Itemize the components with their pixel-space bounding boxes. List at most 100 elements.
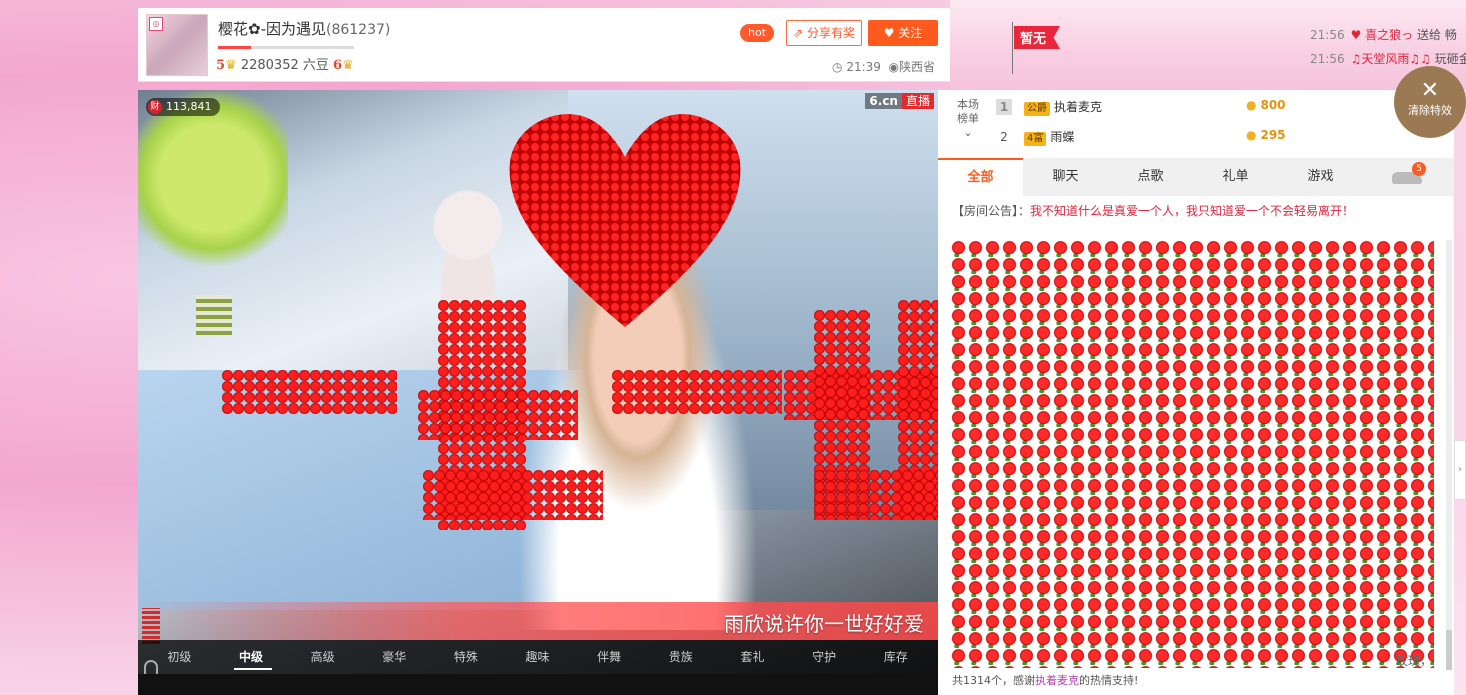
gift-tab-advanced[interactable]: 高级 <box>293 640 352 674</box>
gift-tab-basic[interactable]: 初级 <box>150 640 209 674</box>
gift-tab-dance[interactable]: 伴舞 <box>580 640 639 674</box>
share-icon: ⇗ <box>793 26 804 40</box>
rich-badge-icon: 4富 <box>1024 132 1047 146</box>
rank-coins: 295 <box>1246 128 1285 142</box>
chevron-right-icon[interactable]: › <box>1454 440 1466 500</box>
rose-stroke-effect <box>612 370 782 414</box>
noble-badge-icon: 公爵 <box>1024 102 1050 116</box>
tab-song[interactable]: 点歌 <box>1108 158 1193 196</box>
room-header: ◎ 樱花✿-因为遇见(861237) 5♛ 2280352 六豆 6♛ hot … <box>138 8 950 82</box>
scrollbar-thumb[interactable] <box>1446 630 1452 670</box>
crown-icon: ♛ <box>225 58 237 73</box>
rank-label-line2: 榜单 <box>957 112 979 125</box>
gift-tab-noble[interactable]: 贵族 <box>651 640 710 674</box>
notice-user: ♥ 喜之狼っ <box>1350 28 1414 42</box>
room-id: (861237) <box>325 22 391 38</box>
rank-number: 2 <box>1000 130 1008 144</box>
close-icon: ✕ <box>1420 78 1440 103</box>
chat-tabs: 全部 聊天 点歌 礼单 游戏 <box>938 158 1454 196</box>
anchor-levels: 5♛ 2280352 六豆 6♛ <box>216 54 354 73</box>
wealth-icon: 财 <box>148 100 162 114</box>
share-button[interactable]: ⇗ 分享有奖 <box>786 20 862 46</box>
announcement-text: 我不知道什么是真爱一个人，我只知道爱一个不会轻易离开！ <box>1030 204 1355 218</box>
anchor-level-progress <box>218 46 354 49</box>
rose-heart-effect <box>509 114 741 327</box>
car-count-badge: 5 <box>1412 162 1426 176</box>
anchor-level: 6 <box>333 58 343 73</box>
beans-count: 2280352 六豆 <box>240 58 329 73</box>
rank-row[interactable]: 2 4富雨蝶 295 <box>996 128 1376 156</box>
room-announcement: 【房间公告】：我不知道什么是真爱一个人，我只知道爱一个不会轻易离开！ <box>952 202 1354 219</box>
gift-notice[interactable]: 21:56 ♫天堂风雨♫♫ 玩砸金 <box>1310 50 1466 67</box>
time-text: 21:39 <box>846 60 881 74</box>
volume-meter <box>142 608 160 644</box>
clear-effects-button[interactable]: ✕ 清除特效 <box>1394 66 1466 138</box>
notice-action: 送给 畅 <box>1417 28 1457 42</box>
gift-thanks-message: 共1314个，感谢执着麦克的热情支持! <box>952 672 1138 688</box>
site-logo: 6.cn 直播 <box>865 92 934 109</box>
anchor-avatar[interactable]: ◎ <box>146 14 208 76</box>
clock-icon: ◷ <box>832 60 843 74</box>
chat-scrollbar[interactable] <box>1446 240 1452 670</box>
notice-action: 玩砸金 <box>1434 52 1466 66</box>
rose-stroke-effect <box>423 470 603 520</box>
rose-stroke-effect <box>418 390 578 440</box>
flag-pole <box>1012 22 1013 74</box>
thanks-prefix: 共1314个，感谢 <box>952 674 1035 687</box>
rank-user-name: 执着麦克 <box>1054 100 1103 114</box>
tab-all[interactable]: 全部 <box>938 158 1023 196</box>
anchor-badge-icon: ◎ <box>149 17 163 31</box>
follow-button[interactable]: ♥ 关注 <box>868 20 938 46</box>
time-location: ◷ 21:39 ◉陕西省 <box>832 58 935 75</box>
rank-row[interactable]: 1 公爵执着麦克 800 <box>996 98 1376 126</box>
flag-label: 暂无 <box>1014 26 1061 49</box>
tab-chat[interactable]: 聊天 <box>1023 158 1108 196</box>
rank-label-line1: 本场 <box>957 98 979 111</box>
location-text: 陕西省 <box>899 60 936 74</box>
tab-gift-list[interactable]: 礼单 <box>1193 158 1278 196</box>
gift-tab-intermediate[interactable]: 中级 <box>222 640 281 674</box>
wealth-level: 5 <box>216 58 226 73</box>
hot-tag: hot <box>740 24 775 42</box>
viewer-count: 财 113,841 <box>146 98 220 116</box>
rose-stroke-effect <box>222 370 397 414</box>
gift-message-text: 雨欣说许你一世好好爱 <box>724 612 924 636</box>
notice-time: 21:56 <box>1310 52 1345 66</box>
gift-tree-effect <box>138 90 288 340</box>
location-icon: ◉ <box>888 60 900 74</box>
rank-label[interactable]: 本场 榜单 ⌄ <box>948 98 988 140</box>
top-banner: 暂无 21:56 ♥ 喜之狼っ 送给 畅 21:56 ♫天堂风雨♫♫ 玩砸金 <box>950 0 1466 90</box>
live-video[interactable]: 财 113,841 6.cn 直播 雨欣说许你一世好好爱 初级 中级 高级 豪华 … <box>138 90 938 695</box>
live-badge: 直播 <box>901 93 934 109</box>
rose-stroke-effect <box>814 470 938 520</box>
anchor-name-text: 樱花✿-因为遇见 <box>218 20 326 38</box>
notice-user: ♫天堂风雨♫♫ <box>1350 52 1431 66</box>
tab-games[interactable]: 游戏 <box>1278 158 1363 196</box>
video-bottom-bar <box>138 674 938 695</box>
rank-coins: 800 <box>1246 98 1285 112</box>
thanks-user[interactable]: 执着麦克 <box>1035 674 1079 687</box>
gift-tab-special[interactable]: 特殊 <box>437 640 496 674</box>
rank-number: 1 <box>996 99 1012 115</box>
gift-name: 玫瑰， <box>1396 654 1433 668</box>
anchor-name[interactable]: 樱花✿-因为遇见(861237) <box>218 18 390 39</box>
heart-icon: ♥ <box>883 26 895 40</box>
gift-notice[interactable]: 21:56 ♥ 喜之狼っ 送给 畅 <box>1310 26 1457 43</box>
crown-icon: ♛ <box>342 58 354 73</box>
follow-label: 关注 <box>898 26 923 40</box>
share-label: 分享有奖 <box>806 26 855 40</box>
gift-tab-luxury[interactable]: 豪华 <box>365 640 424 674</box>
gift-tab-inventory[interactable]: 库存 <box>866 640 925 674</box>
chat-panel: 本场 榜单 ⌄ 1 公爵执着麦克 800 2 4富雨蝶 295 全部 聊天 点歌 礼… <box>938 90 1454 695</box>
gift-tab-guard[interactable]: 守护 <box>795 640 854 674</box>
gift-message-banner: 雨欣说许你一世好好爱 <box>138 602 938 640</box>
chevron-down-icon: ⌄ <box>963 126 973 139</box>
viewer-count-text: 113,841 <box>166 100 212 113</box>
rank-user-name: 雨蝶 <box>1050 130 1075 144</box>
gift-tab-fun[interactable]: 趣味 <box>508 640 567 674</box>
tree-pot <box>196 295 232 335</box>
rose-gift-display <box>950 240 1434 668</box>
gift-tab-bundle[interactable]: 套礼 <box>723 640 782 674</box>
announcement-label: 【房间公告】： <box>952 204 1031 218</box>
thanks-suffix: 的热情支持! <box>1079 674 1139 687</box>
